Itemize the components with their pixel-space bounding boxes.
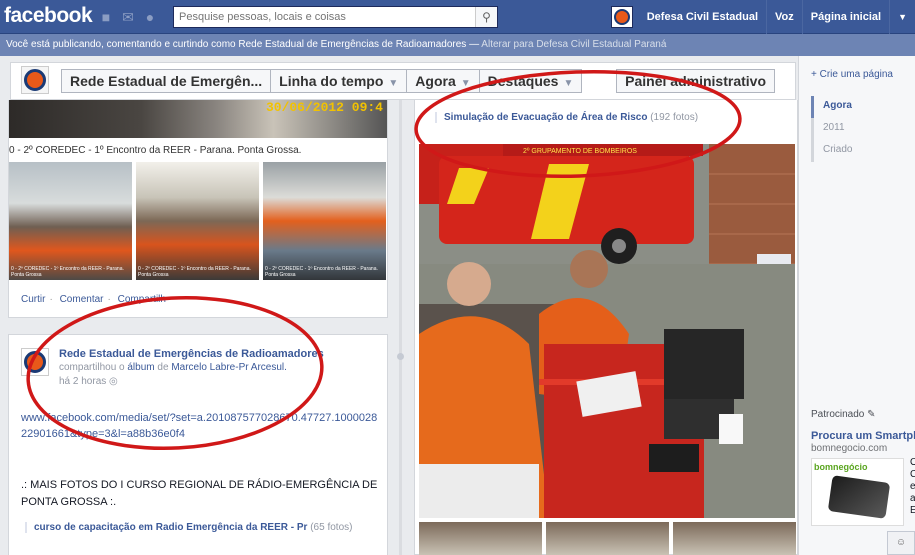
scrubber-item-created[interactable]: Criado	[814, 140, 852, 162]
timeline-spine	[399, 100, 402, 555]
scrubber-item-now[interactable]: Agora	[811, 96, 852, 118]
timeline-nav: Rede Estadual de Emergên... Linha do tem…	[61, 69, 583, 93]
facebook-logo[interactable]: facebook	[4, 4, 93, 28]
smartphone-image	[827, 475, 891, 519]
sponsored-label: Patrocinado ✎	[811, 409, 876, 420]
search-icon[interactable]: ⚲	[475, 7, 497, 27]
globe-icon: ◎	[109, 376, 118, 387]
notifications-icon[interactable]: ●	[142, 9, 158, 25]
album-title: curso de capacitação em Radio Emergência…	[34, 522, 308, 533]
album-thumbnail[interactable]	[546, 522, 669, 555]
edit-ads-icon[interactable]: ✎	[867, 409, 875, 420]
post-time: há 2 horas ◎	[59, 376, 118, 387]
ad-text: O C e a E	[910, 457, 915, 516]
ad-image[interactable]: bomnegócio	[811, 458, 904, 526]
top-navigation-bar: facebook ■ ✉ ● ⚲ Defesa Civil Estadual V…	[0, 0, 915, 34]
post-photo[interactable]: 30/06/2012 09:4	[9, 100, 387, 138]
search-input[interactable]	[174, 7, 474, 27]
album-thumbnail[interactable]	[419, 522, 542, 555]
acting-as-banner: Você está publicando, comentando e curti…	[0, 34, 915, 56]
photo-thumbnail[interactable]: 0 - 2º COREDEC - 1º Encontro da REER - P…	[263, 162, 386, 280]
album-title: Simulação de Evacuação de Área de Risco	[444, 112, 648, 123]
album-link[interactable]: álbum	[127, 362, 154, 373]
messages-icon[interactable]: ✉	[120, 9, 136, 25]
album-thumbnail[interactable]	[673, 522, 796, 555]
share-link[interactable]: Compartilh	[118, 294, 166, 305]
page-profile-picture[interactable]	[21, 66, 49, 94]
ad-url: bomnegocio.com	[811, 443, 888, 454]
album-main-photo[interactable]: 2º GRUPAMENTO DE BOMBEIROS	[419, 144, 795, 518]
album-owner-link[interactable]: Marcelo Labre-Pr Arcesul.	[171, 362, 287, 373]
photo-thumbnail[interactable]: 0 - 2º COREDEC - 1º Encontro da REER - P…	[9, 162, 132, 280]
ad-title[interactable]: Procura um Smartph	[811, 430, 915, 442]
author-avatar[interactable]	[21, 348, 49, 376]
highlights-label: Destaques	[487, 73, 559, 89]
page-name-button[interactable]: Rede Estadual de Emergên...	[61, 69, 272, 93]
like-link[interactable]: Curtir	[21, 294, 45, 305]
post-body: .: MAIS FOTOS DO I CURSO REGIONAL DE RÁD…	[21, 479, 378, 508]
album-post: Simulação de Evacuação de Área de Risco …	[414, 100, 798, 555]
timeline-dropdown[interactable]: Linha do tempo ▼	[270, 69, 408, 93]
friend-requests-icon[interactable]: ■	[98, 9, 114, 25]
now-label: Agora	[415, 73, 456, 89]
comment-link[interactable]: Comentar	[60, 294, 104, 305]
timeline-scrubber: Agora 2011 Criado	[811, 96, 852, 162]
jewel-icons: ■ ✉ ●	[98, 9, 158, 25]
page-name-label: Rede Estadual de Emergên...	[70, 73, 263, 89]
timeline-label: Linha do tempo	[279, 73, 384, 89]
album-attachment[interactable]: Simulação de Evacuação de Área de Risco …	[435, 112, 698, 123]
timeline-header: Rede Estadual de Emergên... Linha do tem…	[10, 62, 796, 100]
post-actions: Curtir · Comentar · Compartilh	[21, 294, 166, 305]
svg-text:2º GRUPAMENTO DE BOMBEIROS: 2º GRUPAMENTO DE BOMBEIROS	[523, 148, 637, 155]
photo-thumbnails: 0 - 2º COREDEC - 1º Encontro da REER - P…	[9, 162, 386, 280]
chat-icon[interactable]: ☺	[887, 531, 915, 555]
admin-panel-button[interactable]: Painel administrativo	[616, 69, 775, 93]
album-count: (192 fotos)	[650, 112, 699, 123]
ad-logo: bomnegócio	[814, 462, 868, 472]
chevron-down-icon: ▼	[563, 78, 574, 89]
timeline-dot	[397, 353, 404, 360]
evacuation-drill-photo: 2º GRUPAMENTO DE BOMBEIROS	[419, 144, 795, 518]
post-subtitle: compartilhou o álbum de Marcelo Labre-Pr…	[59, 362, 287, 373]
scrubber-item-2011[interactable]: 2011	[814, 118, 852, 140]
page-avatar[interactable]	[610, 6, 633, 28]
page-name-link[interactable]: Defesa Civil Estadual	[639, 0, 768, 34]
highlights-dropdown[interactable]: Destaques ▼	[478, 69, 583, 93]
create-page-link[interactable]: + Crie uma página	[811, 69, 893, 80]
search-box: ⚲	[173, 6, 498, 28]
photo-timestamp: 30/06/2012 09:4	[265, 100, 383, 115]
right-sidebar: + Crie uma página Agora 2011 Criado Patr…	[798, 56, 915, 555]
account-menu-icon[interactable]: ▼	[890, 12, 915, 22]
voz-link[interactable]: Voz	[767, 0, 803, 34]
home-link[interactable]: Página inicial	[803, 0, 891, 34]
photo-caption: 0 - 2º COREDEC - 1º Encontro da REER - P…	[9, 145, 302, 156]
album-attachment[interactable]: curso de capacitação em Radio Emergência…	[25, 522, 352, 533]
shared-album-post: Rede Estadual de Emergências de Radioama…	[8, 334, 388, 555]
post-author[interactable]: Rede Estadual de Emergências de Radioama…	[59, 348, 324, 360]
post-url-link[interactable]: www.facebook.com/media/set/?set=a.201087…	[21, 410, 381, 442]
now-dropdown[interactable]: Agora ▼	[406, 69, 480, 93]
chevron-down-icon: ▼	[388, 78, 399, 89]
top-right-nav: Defesa Civil Estadual Voz Página inicial…	[610, 0, 915, 34]
photo-post: 30/06/2012 09:4 0 - 2º COREDEC - 1º Enco…	[8, 100, 388, 318]
photo-thumbnail[interactable]: 0 - 2º COREDEC - 1º Encontro da REER - P…	[136, 162, 259, 280]
album-count: (65 fotos)	[310, 522, 353, 533]
switch-identity-link[interactable]: Alterar para Defesa Civil Estadual Paran…	[481, 39, 666, 50]
chevron-down-icon: ▼	[460, 78, 471, 89]
banner-text: Você está publicando, comentando e curti…	[6, 39, 482, 50]
